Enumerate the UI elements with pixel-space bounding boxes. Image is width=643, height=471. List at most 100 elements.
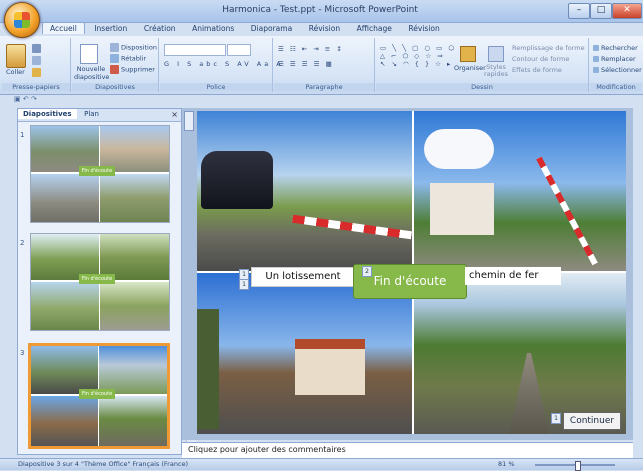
quick-styles-icon[interactable] (488, 46, 504, 62)
office-button[interactable] (4, 2, 40, 38)
ribbon: Coller Presse-papiers Nouvelle diapositi… (0, 36, 643, 95)
align-buttons[interactable]: ☰ ☰ ☰ ☰ ▦ (278, 60, 334, 68)
anim-tag[interactable]: 2 (362, 266, 372, 277)
slide-thumbnail-1[interactable]: Fin d'écoute (30, 125, 170, 223)
thumb-photo (31, 174, 99, 222)
tab-affichage[interactable]: Affichage (350, 23, 399, 34)
reset-button[interactable]: Rétablir (110, 54, 146, 63)
thumb-photo (100, 282, 169, 330)
tab-revision[interactable]: Révision (302, 23, 347, 34)
status-bar: Diapositive 3 sur 4 "Thème Office" Franç… (0, 458, 643, 471)
find-button[interactable]: Rechercher (593, 44, 638, 52)
house-shape (430, 183, 494, 235)
group-label-paragraph: Paragraphe (274, 83, 374, 91)
anim-tag[interactable]: 1 (551, 413, 561, 424)
slide-thumbnail-3[interactable]: Fin d'écoute (28, 343, 170, 449)
select-button[interactable]: Sélectionner (593, 66, 642, 74)
barrier-shape (536, 156, 598, 266)
slide-ruler-marker (184, 111, 194, 131)
maximize-button[interactable]: □ (590, 3, 612, 19)
thumb-number: 1 (20, 131, 25, 139)
list-buttons[interactable]: ☰ ☷ ⇤ ⇥ ≡ ↕ (278, 45, 344, 53)
group-label-editing: Modification (590, 83, 642, 91)
group-editing: Rechercher Remplacer Sélectionner Modifi… (590, 38, 642, 92)
panel-close-icon[interactable]: × (171, 110, 178, 119)
tab-slides[interactable]: Diapositives (18, 109, 77, 119)
thumb-label: Fin d'écoute (79, 166, 115, 176)
tab-creation[interactable]: Création (137, 23, 183, 34)
thumb-photo (100, 174, 169, 222)
tab-diaporama[interactable]: Diaporama (244, 23, 299, 34)
group-font: G I S abc S AV Aa A Police (160, 38, 281, 92)
shapes-gallery[interactable]: ▭ ╲ ╲ ▢ ○ ▭ ⬡ △ ⌐ ⬠ ◇ ☆ ⇒ ↖ ↘ ◠ { } ☆ ▸ (380, 44, 456, 68)
font-size-input[interactable] (227, 44, 251, 56)
notes-placeholder: Cliquez pour ajouter des commentaires (188, 445, 346, 454)
arrange-button[interactable]: Organiser (454, 64, 486, 72)
anim-tag[interactable]: 1 (239, 279, 249, 290)
panel-tabs: Diapositives Plan × (18, 109, 181, 122)
delete-slide-button[interactable]: Supprimer (110, 65, 155, 74)
photo-train (197, 111, 412, 271)
tab-insertion[interactable]: Insertion (87, 23, 134, 34)
cloud-shape (424, 129, 494, 169)
thumb-number: 2 (20, 239, 25, 247)
notes-pane[interactable]: Cliquez pour ajouter des commentaires (182, 442, 633, 458)
arrange-icon[interactable] (460, 46, 476, 62)
train-shape (201, 151, 273, 209)
quick-styles-button[interactable]: Styles rapides (482, 64, 510, 78)
slide[interactable]: Un lotissement Fin d'écoute chemin de fe… (197, 111, 626, 434)
save-icon[interactable]: ▣ (14, 95, 21, 103)
replace-button[interactable]: Remplacer (593, 55, 636, 63)
minimize-button[interactable]: – (568, 3, 590, 19)
font-format-buttons[interactable]: G I S abc S AV Aa A (164, 60, 284, 68)
tracks-shape (509, 353, 549, 434)
layout-button[interactable]: Disposition (110, 43, 157, 52)
tab-outline[interactable]: Plan (79, 109, 104, 119)
barrier-shape (292, 214, 412, 240)
thumb-number: 3 (20, 349, 25, 357)
tree-shape (197, 309, 219, 429)
paste-button[interactable]: Coller (6, 68, 25, 76)
thumb-label: Fin d'écoute (79, 389, 115, 399)
slides-panel: Diapositives Plan × 1 Fin d'écoute 2 Fin… (17, 108, 197, 455)
thumb-photo (99, 396, 167, 446)
format-painter-icon[interactable] (32, 68, 43, 77)
group-slides: Nouvelle diapositive Disposition Rétabli… (72, 38, 159, 92)
label-chemin-de-fer: chemin de fer (465, 267, 561, 285)
shape-effects-button[interactable]: Effets de forme (512, 66, 562, 74)
shape-fill-button[interactable]: Remplissage de forme (512, 44, 585, 52)
new-slide-icon[interactable] (80, 44, 98, 64)
tab-revision-2[interactable]: Révision (401, 23, 446, 34)
ribbon-tabs: Accueil Insertion Création Animations Di… (42, 22, 642, 36)
font-name-input[interactable] (164, 44, 226, 56)
window-title: Harmonica - Test.ppt - Microsoft PowerPo… (222, 5, 418, 15)
label-lotissement: Un lotissement (251, 267, 355, 287)
slide-thumbnail-2[interactable]: Fin d'écoute (30, 233, 170, 331)
thumb-photo (31, 396, 98, 446)
tab-animations[interactable]: Animations (185, 23, 241, 34)
zoom-level[interactable]: 81 % (498, 460, 515, 468)
reset-label: Rétablir (121, 54, 147, 63)
group-label-drawing: Dessin (376, 83, 588, 91)
paste-icon[interactable] (6, 44, 26, 68)
new-slide-button[interactable]: Nouvelle diapositive (74, 65, 109, 81)
redo-icon[interactable]: ↷ (31, 95, 37, 103)
group-clipboard: Coller Presse-papiers (2, 38, 71, 92)
undo-icon[interactable]: ↶ (23, 95, 29, 103)
replace-label: Remplacer (601, 55, 636, 63)
photo-house-barrier (414, 111, 626, 271)
close-button[interactable]: ✕ (612, 3, 642, 19)
group-label-clipboard: Presse-papiers (2, 83, 70, 91)
copy-icon[interactable] (32, 56, 43, 65)
tab-accueil[interactable]: Accueil (42, 22, 85, 34)
cut-icon[interactable] (32, 44, 43, 53)
shape-outline-button[interactable]: Contour de forme (512, 55, 569, 63)
layout-label: Disposition (121, 43, 157, 52)
continue-button[interactable]: Continuer (563, 412, 621, 430)
title-bar: Harmonica - Test.ppt - Microsoft PowerPo… (0, 0, 643, 23)
quick-access-toolbar: ▣ ↶ ↷ (14, 95, 74, 105)
status-text: Diapositive 3 sur 4 "Thème Office" Franç… (18, 460, 189, 468)
delete-label: Supprimer (121, 65, 155, 74)
office-logo-icon (14, 12, 30, 28)
zoom-slider-handle[interactable] (575, 461, 581, 471)
